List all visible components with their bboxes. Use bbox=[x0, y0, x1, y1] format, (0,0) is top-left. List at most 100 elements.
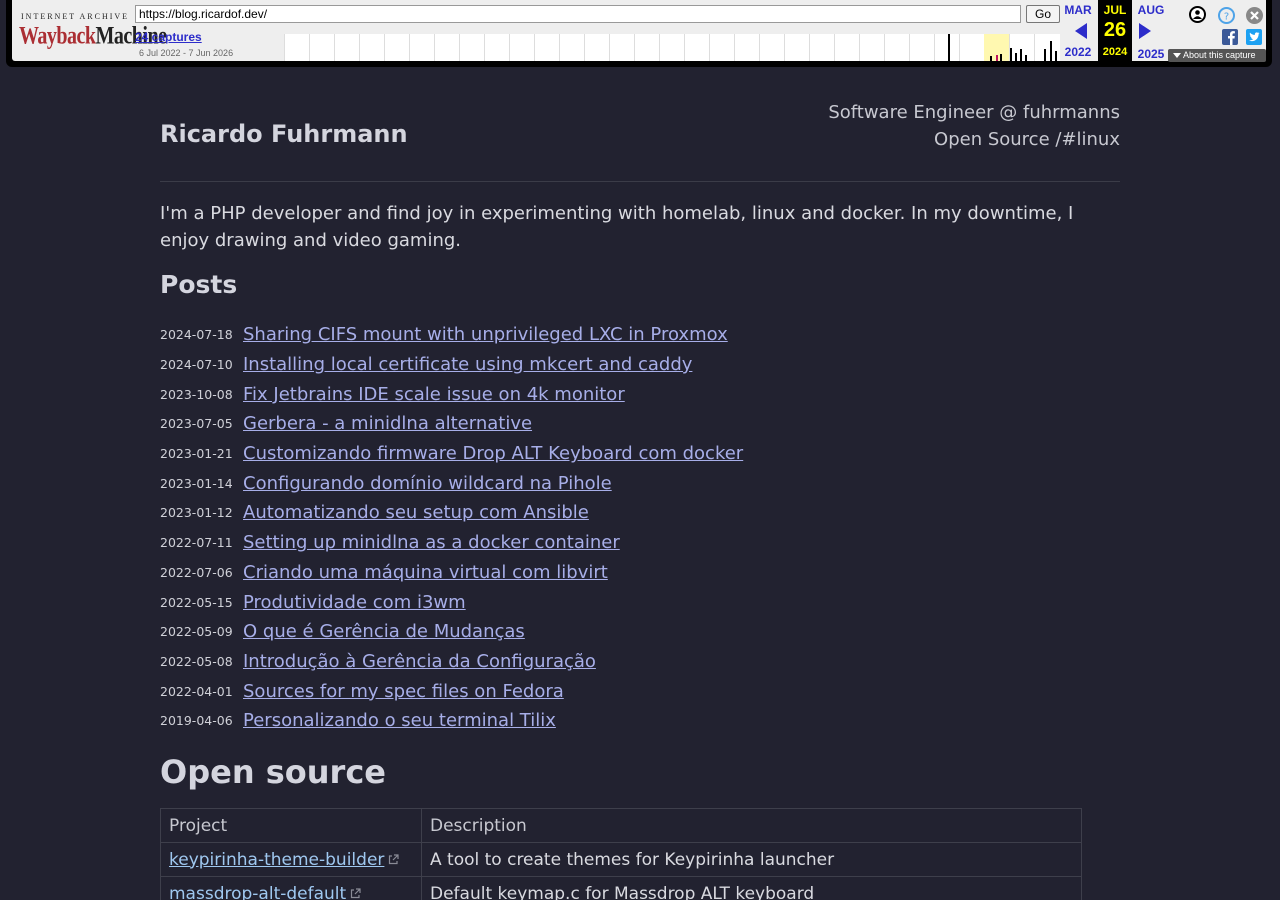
sparkline-bar bbox=[1055, 51, 1057, 61]
post-link[interactable]: Sources for my spec files on Fedora bbox=[243, 681, 564, 702]
wayback-current-day: 26 bbox=[1103, 19, 1127, 41]
post-link[interactable]: Configurando domínio wildcard na Pihole bbox=[243, 473, 612, 494]
post-item: 2022-07-11 Setting up minidlna as a docke… bbox=[160, 528, 743, 558]
sparkline-year-column bbox=[434, 34, 459, 61]
wayback-go-button[interactable]: Go bbox=[1026, 5, 1060, 23]
post-date: 2023-01-12 bbox=[160, 505, 233, 521]
post-link[interactable]: Setting up minidlna as a docker containe… bbox=[243, 532, 620, 553]
tagline-line-2: Open Source /#linux bbox=[934, 129, 1120, 150]
post-link[interactable]: Introdução à Gerência da Configuração bbox=[243, 651, 596, 672]
sparkline-bar bbox=[1010, 48, 1012, 61]
post-item: 2019-04-06 Personalizando o seu terminal … bbox=[160, 706, 743, 736]
wayback-sparkline[interactable] bbox=[284, 34, 1060, 61]
twitter-share-icon[interactable] bbox=[1246, 29, 1262, 45]
sparkline-year-column bbox=[809, 34, 834, 61]
wayback-next-arrow-icon[interactable] bbox=[1139, 23, 1151, 39]
help-icon[interactable]: ? bbox=[1218, 7, 1235, 24]
project-cell: keypirinha-theme-builder bbox=[160, 842, 422, 877]
wayback-current-month: JUL bbox=[1103, 3, 1127, 17]
wayback-prev-arrow-icon[interactable] bbox=[1075, 23, 1087, 39]
close-icon[interactable] bbox=[1246, 7, 1263, 24]
external-link-icon bbox=[350, 884, 361, 898]
wayback-logo[interactable]: INTERNET ARCHIVE WaybackMachine bbox=[16, 9, 167, 53]
sparkline-bar bbox=[1000, 54, 1002, 61]
post-link[interactable]: Fix Jetbrains IDE scale issue on 4k moni… bbox=[243, 384, 625, 405]
wayback-current-year: 2024 bbox=[1102, 46, 1128, 58]
sparkline-bar bbox=[1050, 41, 1052, 61]
sparkline-bar bbox=[1044, 49, 1046, 61]
post-item: 2022-05-15 Produtividade com i3wm bbox=[160, 587, 743, 617]
post-link[interactable]: Installing local certificate using mkcer… bbox=[243, 354, 692, 375]
table-row: keypirinha-theme-builder A tool to create… bbox=[160, 842, 1082, 877]
sparkline-year-column bbox=[684, 34, 709, 61]
site-tagline: Software Engineer @ fuhrmanns Open Sourc… bbox=[828, 99, 1120, 153]
sparkline-year-column bbox=[509, 34, 534, 61]
sparkline-current-capture bbox=[996, 55, 998, 61]
sparkline-year-column bbox=[409, 34, 434, 61]
sparkline-year-column bbox=[634, 34, 659, 61]
post-date: 2023-07-05 bbox=[160, 416, 233, 432]
wayback-prev-month[interactable]: MAR bbox=[1061, 3, 1095, 17]
post-date: 2023-01-21 bbox=[160, 446, 233, 462]
post-link[interactable]: Produtividade com i3wm bbox=[243, 592, 466, 613]
sparkline-year-column bbox=[834, 34, 859, 61]
wayback-capture-range: 6 Jul 2022 - 7 Jun 2026 bbox=[139, 48, 234, 58]
posts-heading: Posts bbox=[160, 270, 238, 299]
wayback-toolbar-inner: INTERNET ARCHIVE WaybackMachine Go 24 ca… bbox=[12, 0, 1266, 62]
wayback-next-year[interactable]: 2025 bbox=[1134, 47, 1168, 61]
sparkline-year-column bbox=[334, 34, 359, 61]
post-date: 2023-01-14 bbox=[160, 475, 233, 491]
post-link[interactable]: Personalizando o seu terminal Tilix bbox=[243, 710, 556, 731]
post-item: 2024-07-10 Installing local certificate u… bbox=[160, 350, 743, 380]
wayback-toolbar: INTERNET ARCHIVE WaybackMachine Go 24 ca… bbox=[0, 0, 1280, 70]
project-link[interactable]: massdrop-alt-default bbox=[169, 884, 346, 900]
facebook-share-icon[interactable] bbox=[1222, 29, 1238, 45]
post-link[interactable]: Customizando firmware Drop ALT Keyboard … bbox=[243, 443, 743, 464]
wayback-toolbar-frame: INTERNET ARCHIVE WaybackMachine Go 24 ca… bbox=[6, 0, 1272, 67]
post-date: 2022-05-09 bbox=[160, 624, 233, 640]
wayback-captures-link[interactable]: 24 captures bbox=[135, 30, 202, 44]
wayback-current-date: JUL 26 2024 bbox=[1098, 0, 1132, 61]
post-link[interactable]: O que é Gerência de Mudanças bbox=[243, 621, 525, 642]
post-item: 2023-01-21 Customizando firmware Drop ALT… bbox=[160, 439, 743, 469]
posts-list: 2024-07-18 Sharing CIFS mount with unpriv… bbox=[160, 320, 743, 736]
sparkline-bar bbox=[990, 56, 992, 61]
sparkline-year-column bbox=[284, 34, 309, 61]
post-item: 2022-04-01 Sources for my spec files on F… bbox=[160, 676, 743, 706]
post-date: 2019-04-06 bbox=[160, 713, 233, 729]
post-date: 2024-07-10 bbox=[160, 357, 233, 373]
open-source-table: Project Description keypirinha-theme-bui… bbox=[160, 808, 1082, 900]
sparkline-year-column bbox=[484, 34, 509, 61]
project-link[interactable]: keypirinha-theme-builder bbox=[169, 850, 384, 870]
sparkline-year-column bbox=[734, 34, 759, 61]
svg-text:?: ? bbox=[1224, 12, 1229, 23]
post-link[interactable]: Sharing CIFS mount with unprivileged LXC… bbox=[243, 324, 728, 345]
post-date: 2024-07-18 bbox=[160, 327, 233, 343]
description-cell: Default keymap.c for Massdrop ALT keyboa… bbox=[421, 876, 1082, 900]
post-item: 2023-01-14 Configurando domínio wildcard … bbox=[160, 468, 743, 498]
user-account-icon[interactable] bbox=[1189, 6, 1206, 23]
sparkline-year-column bbox=[384, 34, 409, 61]
sparkline-year-column bbox=[659, 34, 684, 61]
post-link[interactable]: Gerbera - a minidlna alternative bbox=[243, 413, 532, 434]
wayback-prev-year[interactable]: 2022 bbox=[1061, 45, 1095, 59]
site-title[interactable]: Ricardo Fuhrmann bbox=[160, 120, 408, 148]
sparkline-year-column bbox=[584, 34, 609, 61]
sparkline-bar bbox=[1025, 55, 1027, 61]
wayback-next-month[interactable]: AUG bbox=[1134, 3, 1168, 17]
about-capture-button[interactable]: About this capture bbox=[1168, 49, 1266, 62]
sparkline-bar bbox=[1015, 53, 1017, 61]
sparkline-year-column bbox=[309, 34, 334, 61]
post-link[interactable]: Automatizando seu setup com Ansible bbox=[243, 502, 589, 523]
column-header-project: Project bbox=[160, 808, 422, 843]
post-date: 2022-07-11 bbox=[160, 535, 233, 551]
sparkline-year-column bbox=[559, 34, 584, 61]
post-date: 2022-07-06 bbox=[160, 564, 233, 580]
sparkline-year-column bbox=[859, 34, 884, 61]
post-date: 2023-10-08 bbox=[160, 386, 233, 402]
post-link[interactable]: Criando uma máquina virtual com libvirt bbox=[243, 562, 608, 583]
sparkline-year-column bbox=[959, 34, 984, 61]
column-header-description: Description bbox=[421, 808, 1082, 843]
wayback-url-input[interactable] bbox=[135, 5, 1021, 23]
post-date: 2022-05-15 bbox=[160, 594, 233, 610]
